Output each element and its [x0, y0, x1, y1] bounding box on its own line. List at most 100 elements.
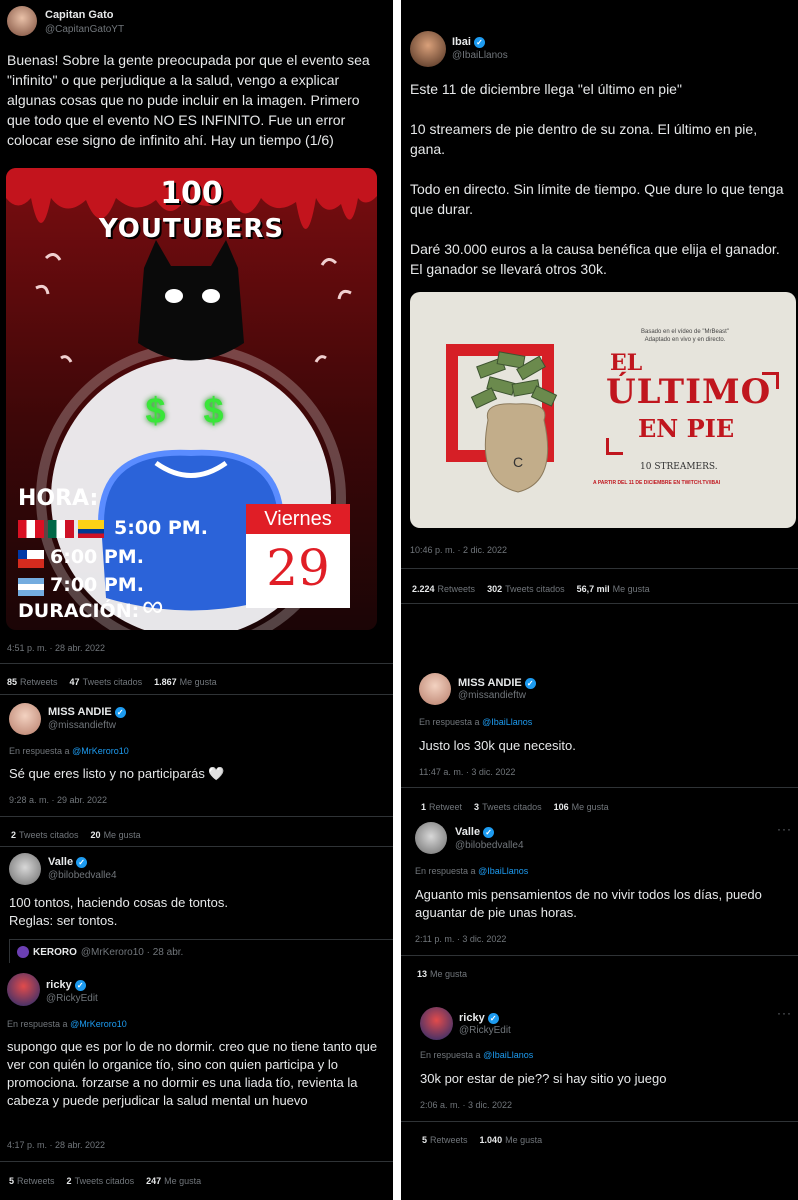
- tweet-timestamp[interactable]: 4:51 p. m. · 28 abr. 2022: [7, 643, 105, 653]
- quotes-stat[interactable]: 2 Tweets citados: [11, 830, 79, 840]
- reply-to-link[interactable]: @MrKeroro10: [70, 1019, 127, 1029]
- author-handle[interactable]: @missandieftw: [48, 720, 116, 731]
- retweets-stat[interactable]: 1 Retweet: [421, 802, 462, 812]
- likes-stat[interactable]: 247 Me gusta: [146, 1176, 201, 1186]
- author-name[interactable]: Capitan Gato: [45, 9, 113, 21]
- likes-stat[interactable]: 20 Me gusta: [91, 830, 141, 840]
- avatar[interactable]: [419, 673, 451, 705]
- avatar[interactable]: [415, 822, 447, 854]
- likes-stat[interactable]: 106 Me gusta: [554, 802, 609, 812]
- reply-to-link[interactable]: @IbaiLlanos: [482, 717, 532, 727]
- likes-stat[interactable]: 56,7 mil Me gusta: [577, 584, 650, 594]
- author-name-text: ricky: [46, 979, 72, 991]
- likes-stat[interactable]: 1.040 Me gusta: [480, 1135, 543, 1145]
- author-name[interactable]: MISS ANDIE ✓: [458, 677, 536, 689]
- author-handle[interactable]: @bilobedvalle4: [455, 840, 524, 851]
- tweet-text: Justo los 30k que necesito.: [419, 738, 576, 753]
- author-name-text: Valle: [48, 856, 74, 868]
- retweets-stat[interactable]: 85 Retweets: [7, 677, 58, 687]
- divider: [0, 846, 393, 847]
- author-handle[interactable]: @RickyEdit: [459, 1025, 511, 1036]
- tweet-timestamp[interactable]: 4:17 p. m. · 28 abr. 2022: [7, 1140, 105, 1150]
- argentina-flag-icon: [18, 578, 44, 596]
- tweet-image-poster[interactable]: C Basado en el vídeo de "MrBeast" Adapta…: [410, 292, 796, 528]
- author-handle[interactable]: @RickyEdit: [46, 993, 98, 1004]
- more-options-icon[interactable]: ···: [777, 1006, 792, 1020]
- more-options-icon[interactable]: ···: [777, 822, 792, 836]
- quotes-stat[interactable]: 3 Tweets citados: [474, 802, 542, 812]
- quotes-stat[interactable]: 47 Tweets citados: [70, 677, 143, 687]
- author-handle[interactable]: @IbaiLlanos: [452, 50, 508, 61]
- divider: [401, 603, 798, 604]
- poster-time-2: 6:00 PM.: [50, 546, 144, 568]
- quotes-stat[interactable]: 2 Tweets citados: [67, 1176, 135, 1186]
- poster-duracion-label: DURACIÓN:: [18, 600, 140, 622]
- avatar[interactable]: [9, 853, 41, 885]
- quotes-stat[interactable]: 302 Tweets citados: [487, 584, 565, 594]
- retweets-stat[interactable]: 5 Retweets: [422, 1135, 468, 1145]
- reply-context: En respuesta a @MrKeroro10: [7, 1019, 127, 1029]
- chile-flag-icon: [18, 550, 44, 568]
- retweets-stat[interactable]: 5 Retweets: [9, 1176, 55, 1186]
- avatar[interactable]: [9, 703, 41, 735]
- tweet-image-poster[interactable]: 100 YOUTUBERS $ $ HORA: 5:00 PM. 6:00 PM…: [6, 168, 377, 630]
- reply-context: En respuesta a @IbaiLlanos: [415, 866, 529, 876]
- author-name-text: Valle: [455, 826, 481, 838]
- verified-badge-icon: ✓: [473, 36, 485, 48]
- right-thread-panel: Ibai ✓ @IbaiLlanos Este 11 de diciembre l…: [401, 0, 798, 1200]
- divider: [0, 1161, 393, 1162]
- tweet-text: Sé que eres listo y no participarás 🤍: [9, 766, 225, 781]
- corner-mark-icon: [762, 372, 779, 389]
- author-handle[interactable]: @bilobedvalle4: [48, 870, 117, 881]
- author-name[interactable]: ricky ✓: [459, 1012, 499, 1024]
- tweet-timestamp[interactable]: 10:46 p. m. · 2 dic. 2022: [410, 545, 507, 555]
- poster-time-3: 7:00 PM.: [50, 574, 144, 596]
- tweet-timestamp[interactable]: 2:11 p. m. · 3 dic. 2022: [415, 934, 506, 944]
- author-handle[interactable]: @missandieftw: [458, 690, 526, 701]
- likes-stat[interactable]: 13 Me gusta: [417, 969, 467, 979]
- divider: [401, 955, 798, 956]
- divider: [401, 787, 798, 788]
- author-name[interactable]: MISS ANDIE ✓: [48, 706, 126, 718]
- tweet-stats: 2 Tweets citados 20 Me gusta: [11, 830, 141, 840]
- author-name-text: MISS ANDIE: [48, 706, 112, 718]
- retweets-stat[interactable]: 2.224 Retweets: [412, 584, 475, 594]
- poster-title-3: EN PIE: [638, 414, 735, 443]
- verified-badge-icon: ✓: [74, 979, 86, 991]
- tweet-timestamp[interactable]: 11:47 a. m. · 3 dic. 2022: [419, 767, 515, 777]
- avatar[interactable]: [7, 973, 40, 1006]
- avatar[interactable]: [420, 1007, 453, 1040]
- mexico-flag-icon: [48, 520, 74, 538]
- reply-to-link[interactable]: @IbaiLlanos: [483, 1050, 533, 1060]
- avatar: [17, 946, 29, 958]
- quoted-tweet-header[interactable]: KERORO @MrKeroro10 · 28 abr.: [17, 946, 183, 958]
- avatar[interactable]: [7, 6, 37, 36]
- svg-text:C: C: [513, 454, 523, 470]
- reply-to-link[interactable]: @IbaiLlanos: [478, 866, 528, 876]
- author-name[interactable]: ricky ✓: [46, 979, 86, 991]
- poster-streamers: 10 STREAMERS.: [640, 462, 718, 472]
- tweet-stats: 85 Retweets 47 Tweets citados 1.867 Me gust…: [7, 677, 217, 687]
- likes-stat[interactable]: 1.867 Me gusta: [154, 677, 217, 687]
- poster-time-1: 5:00 PM.: [114, 517, 208, 539]
- tweet-stats: 13 Me gusta: [417, 969, 467, 979]
- poster-dollar-eyes: $ $: [145, 390, 238, 431]
- tweet-timestamp[interactable]: 2:06 a. m. · 3 dic. 2022: [420, 1100, 512, 1110]
- author-name[interactable]: Ibai ✓: [452, 36, 485, 48]
- left-thread-panel: Capitan Gato @CapitanGatoYT Buenas! Sobr…: [0, 0, 393, 1200]
- poster-caption: Basado en el vídeo de "MrBeast" Adaptado…: [641, 329, 729, 343]
- infinity-icon: ∞: [142, 590, 164, 623]
- avatar[interactable]: [410, 31, 446, 67]
- author-name-text: MISS ANDIE: [458, 677, 522, 689]
- verified-badge-icon: ✓: [524, 677, 536, 689]
- tweet-text: Este 11 de diciembre llega "el último en…: [410, 81, 784, 277]
- poster-hora-label: HORA:: [18, 486, 99, 511]
- quoted-author-handle: @MrKeroro10 · 28 abr.: [80, 946, 184, 958]
- tweet-timestamp[interactable]: 9:28 a. m. · 29 abr. 2022: [9, 795, 107, 805]
- author-name[interactable]: Valle ✓: [48, 856, 88, 868]
- colombia-flag-icon: [78, 520, 104, 538]
- author-name[interactable]: Valle ✓: [455, 826, 495, 838]
- author-name-text: Capitan Gato: [45, 9, 114, 21]
- author-handle[interactable]: @CapitanGatoYT: [45, 24, 124, 35]
- reply-to-link[interactable]: @MrKeroro10: [72, 746, 129, 756]
